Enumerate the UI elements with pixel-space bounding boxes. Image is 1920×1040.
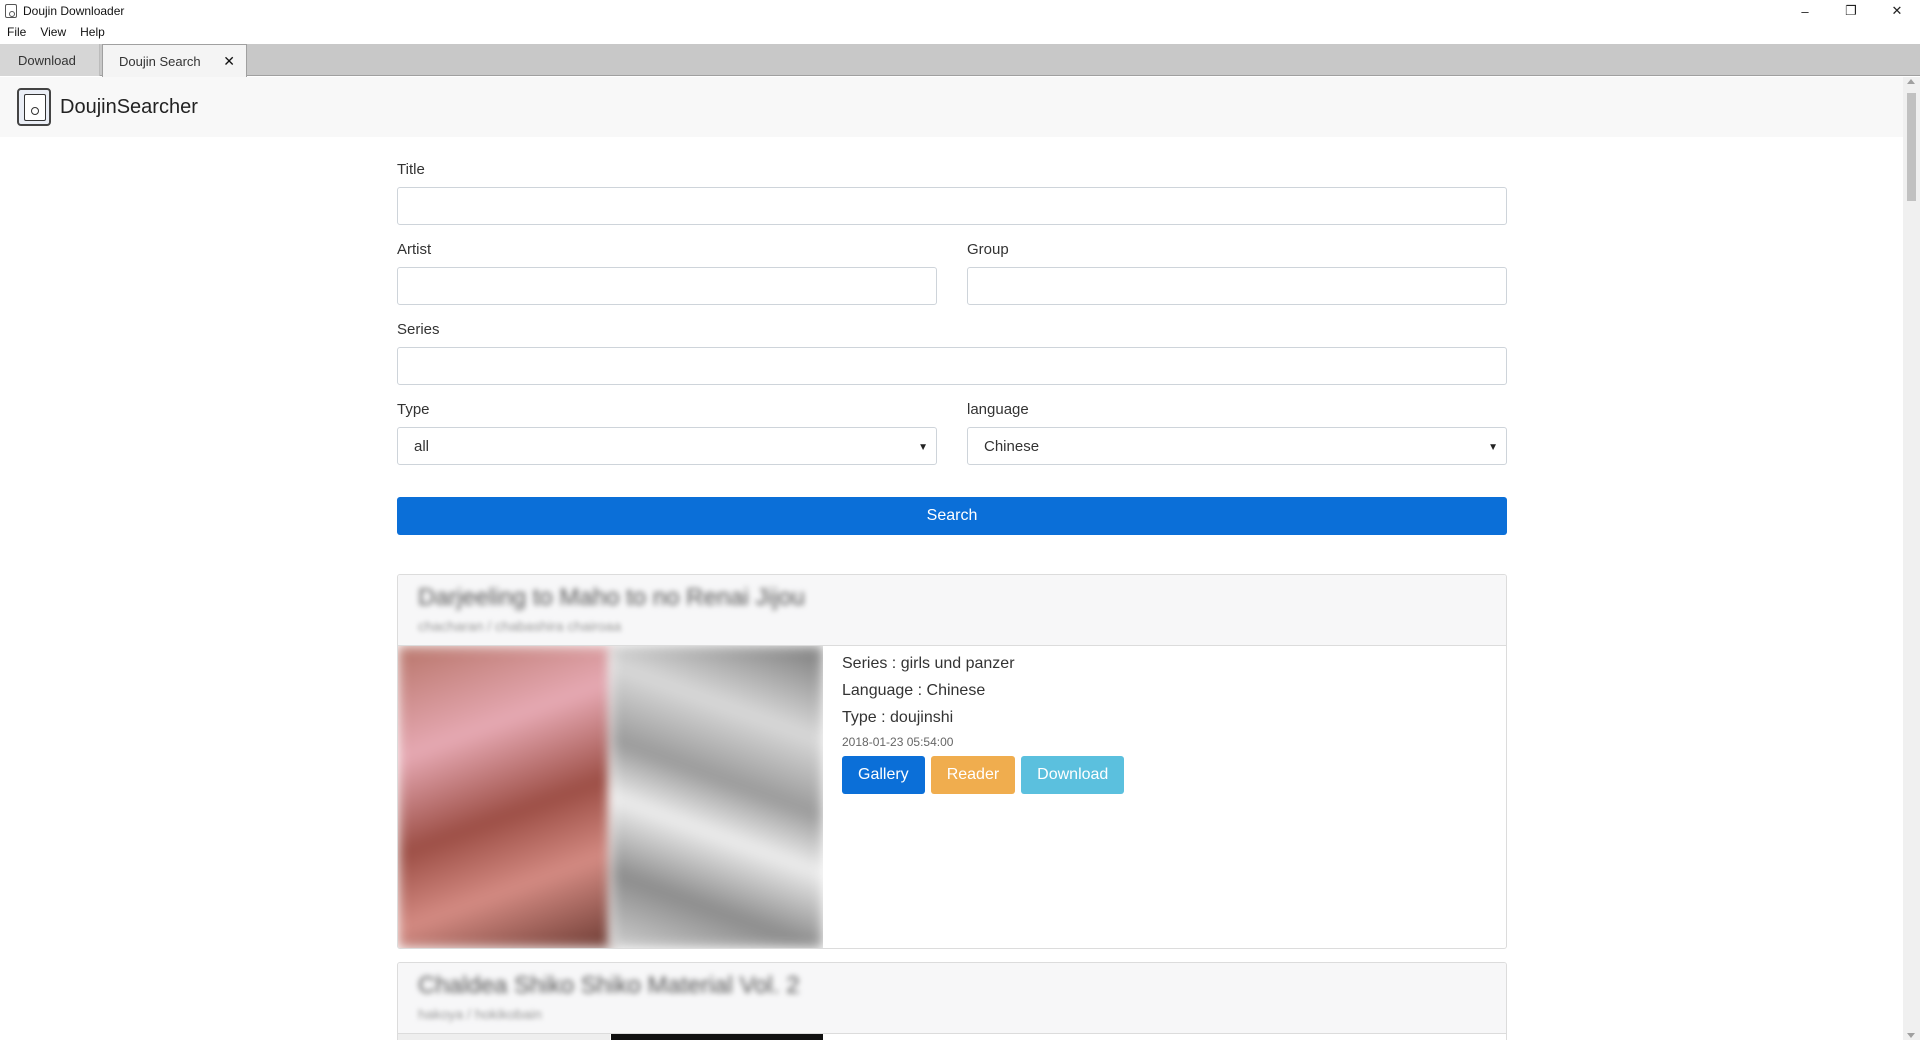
app-header: DoujinSearcher — [0, 77, 1903, 137]
search-button[interactable]: Search — [397, 497, 1507, 535]
result-artist: chacharan / chabashira chairoaa — [418, 618, 622, 634]
result-card-header: Darjeeling to Maho to no Renai Jijou cha… — [398, 575, 1506, 646]
app-icon — [5, 4, 17, 18]
thumbnail-right-image — [611, 1034, 823, 1040]
menu-bar: File View Help — [0, 22, 1920, 42]
reader-button[interactable]: Reader — [930, 756, 1016, 794]
artist-label: Artist — [397, 241, 432, 258]
result-actions: Gallery Reader Download — [842, 756, 1125, 794]
type-select-value: all — [414, 437, 430, 455]
result-thumbnail[interactable] — [398, 646, 823, 948]
menu-view[interactable]: View — [33, 25, 73, 39]
artist-input[interactable] — [397, 267, 937, 305]
window-title: Doujin Downloader — [23, 4, 125, 18]
content-viewport: DoujinSearcher Title Artist Group Series… — [0, 77, 1903, 1040]
tab-bar: Download Doujin Search ✕ — [0, 44, 1920, 77]
vertical-scrollbar[interactable] — [1903, 77, 1920, 1040]
title-input[interactable] — [397, 187, 1507, 225]
result-date: 2018-01-23 05:54:00 — [842, 735, 954, 749]
maximize-button[interactable]: ❐ — [1828, 0, 1874, 22]
scrollbar-thumb[interactable] — [1907, 93, 1916, 201]
type-language-row: Type all ▼ language Chinese ▼ — [397, 401, 1507, 465]
result-thumbnail[interactable] — [398, 1034, 823, 1040]
artist-group-row: Artist Group — [397, 241, 1507, 305]
chevron-down-icon: ▼ — [918, 442, 928, 453]
group-input[interactable] — [967, 267, 1507, 305]
brand-name: DoujinSearcher — [60, 95, 198, 118]
title-label: Title — [397, 161, 425, 178]
menu-file[interactable]: File — [0, 25, 33, 39]
thumbnail-left-image — [398, 1034, 610, 1040]
type-select[interactable]: all ▼ — [397, 427, 937, 465]
series-input[interactable] — [397, 347, 1507, 385]
tab-download[interactable]: Download — [0, 44, 100, 76]
download-button[interactable]: Download — [1021, 756, 1125, 794]
chevron-down-icon: ▼ — [1488, 442, 1498, 453]
tab-close-icon[interactable]: ✕ — [223, 53, 235, 70]
result-artist: hakoya / hokikobain — [418, 1006, 542, 1022]
search-form: Title Artist Group Series Type all ▼ lan… — [397, 161, 1507, 535]
close-window-button[interactable]: ✕ — [1874, 0, 1920, 22]
group-label: Group — [967, 241, 1009, 258]
gallery-button[interactable]: Gallery — [842, 756, 925, 794]
result-type: Type : doujinshi — [842, 709, 954, 726]
result-language: Language : Chinese — [842, 682, 986, 699]
result-info: Series : girls und panzer Language : Chi… — [842, 655, 1125, 794]
result-card: Chaldea Shiko Shiko Material Vol. 2 hako… — [397, 962, 1507, 1040]
scroll-down-icon[interactable] — [1907, 1033, 1915, 1038]
window-title-bar: Doujin Downloader – ❐ ✕ — [0, 0, 1920, 22]
language-select-value: Chinese — [984, 437, 1040, 455]
thumbnail-right-image — [611, 646, 823, 948]
window-controls: – ❐ ✕ — [1782, 0, 1920, 22]
result-title[interactable]: Chaldea Shiko Shiko Material Vol. 2 — [418, 972, 1486, 1000]
series-label: Series — [397, 321, 440, 338]
type-label: Type — [397, 401, 430, 418]
tab-download-label: Download — [18, 52, 76, 68]
scroll-up-icon[interactable] — [1907, 79, 1915, 84]
language-label: language — [967, 401, 1029, 418]
tab-doujin-search[interactable]: Doujin Search ✕ — [102, 44, 247, 77]
result-series: Series : girls und panzer — [842, 655, 1015, 672]
minimize-button[interactable]: – — [1782, 0, 1828, 22]
doujinsearcher-logo-icon — [17, 88, 51, 126]
result-card-header: Chaldea Shiko Shiko Material Vol. 2 hako… — [398, 963, 1506, 1034]
tab-doujin-search-label: Doujin Search — [119, 53, 201, 69]
result-title[interactable]: Darjeeling to Maho to no Renai Jijou — [418, 584, 1486, 612]
menu-help[interactable]: Help — [73, 25, 112, 39]
result-card: Darjeeling to Maho to no Renai Jijou cha… — [397, 574, 1507, 949]
language-select[interactable]: Chinese ▼ — [967, 427, 1507, 465]
thumbnail-left-image — [398, 646, 611, 948]
